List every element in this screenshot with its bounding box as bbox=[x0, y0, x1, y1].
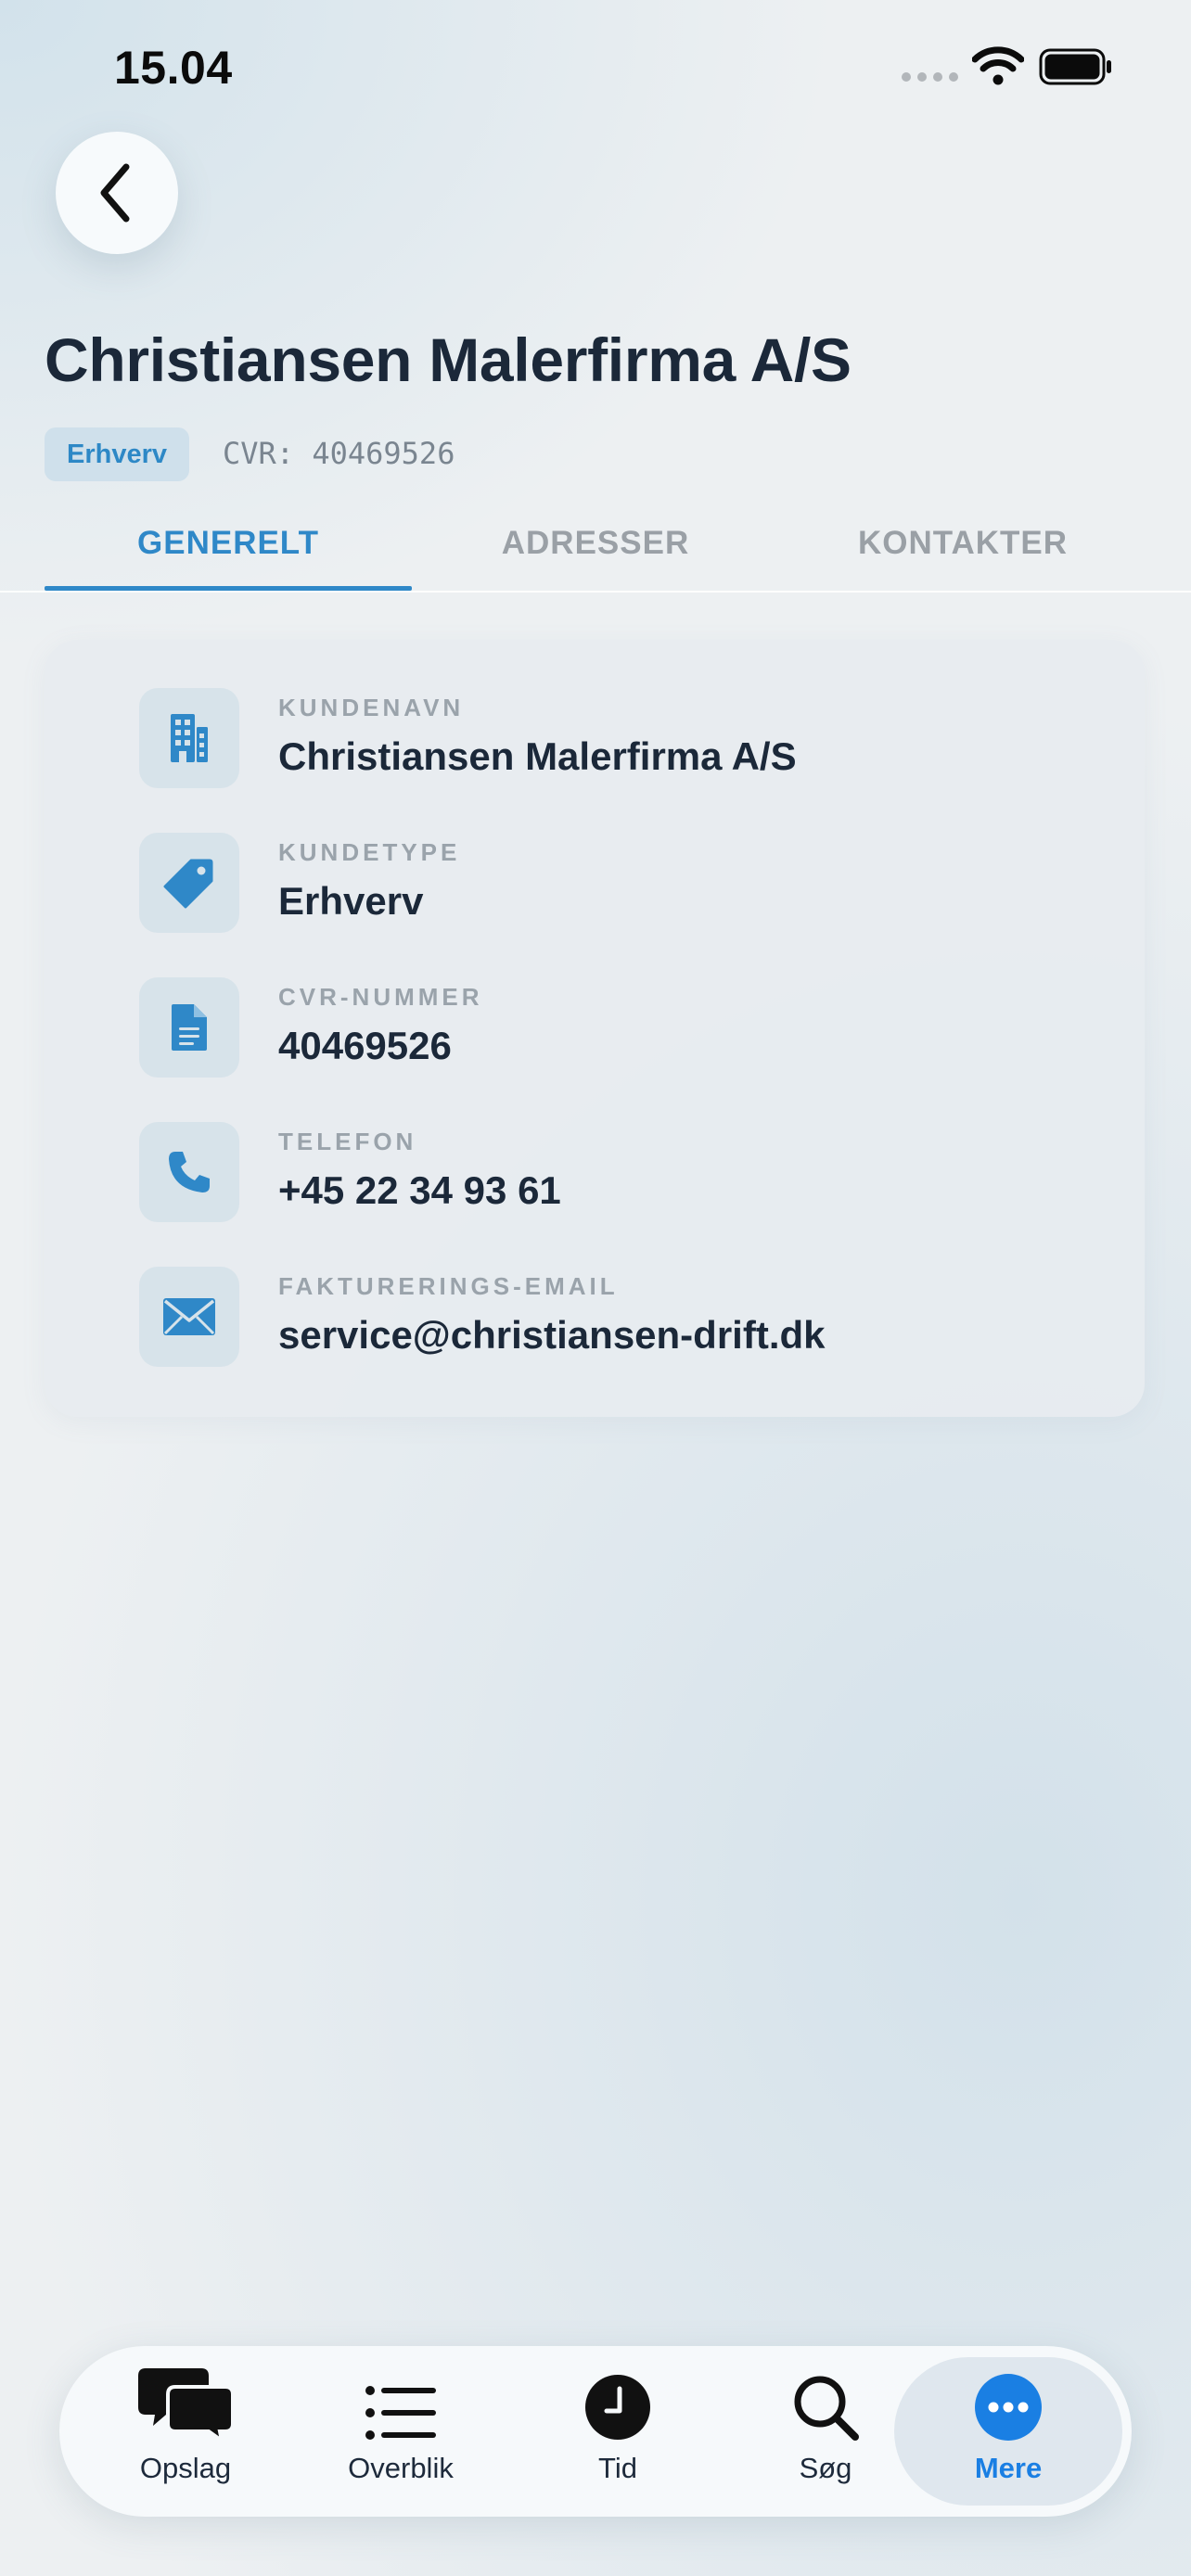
customer-info-card: KUNDENAVN Christiansen Malerfirma A/S KU… bbox=[45, 640, 1145, 1417]
chevron-left-icon bbox=[100, 163, 130, 223]
cvr-text: CVR: 40469526 bbox=[223, 436, 455, 471]
customer-type-badge: Erhverv bbox=[45, 427, 190, 481]
info-row-email: FAKTURERINGS-EMAIL service@christiansen-… bbox=[139, 1267, 1159, 1369]
info-value: service@christiansen-drift.dk bbox=[278, 1313, 826, 1357]
info-value: Erhverv bbox=[278, 879, 424, 923]
clock-icon bbox=[584, 2348, 651, 2441]
search-icon bbox=[792, 2348, 859, 2441]
page-title: Christiansen Malerfirma A/S bbox=[45, 325, 852, 394]
battery-icon bbox=[1039, 48, 1113, 90]
more-icon bbox=[975, 2348, 1042, 2441]
tag-icon bbox=[139, 833, 239, 933]
chat-bubbles-icon bbox=[138, 2348, 233, 2441]
info-row-kundenavn: KUNDENAVN Christiansen Malerfirma A/S bbox=[139, 688, 1159, 790]
tabbar-item-opslag[interactable]: Opslag bbox=[106, 2346, 265, 2517]
tabbar-label: Tid bbox=[598, 2452, 637, 2484]
wifi-icon bbox=[971, 46, 1025, 90]
tab-adresser[interactable]: ADRESSER bbox=[412, 525, 779, 590]
phone-icon bbox=[139, 1122, 239, 1222]
bottom-tab-bar: Opslag Overblik Tid Søg Mere bbox=[59, 2346, 1132, 2517]
info-row-cvr: CVR-NUMMER 40469526 bbox=[139, 977, 1159, 1079]
info-label: KUNDENAVN bbox=[278, 694, 465, 721]
info-value: Christiansen Malerfirma A/S bbox=[278, 734, 797, 778]
info-value: +45 22 34 93 61 bbox=[278, 1168, 561, 1212]
tabbar-item-mere[interactable]: Mere bbox=[928, 2346, 1088, 2517]
tabbar-label: Mere bbox=[974, 2452, 1043, 2484]
info-row-telefon: TELEFON +45 22 34 93 61 bbox=[139, 1122, 1159, 1224]
tab-kontakter[interactable]: KONTAKTER bbox=[779, 525, 1146, 590]
tab-generelt[interactable]: GENERELT bbox=[45, 525, 412, 590]
tab-divider bbox=[0, 591, 1191, 593]
active-tab-indicator bbox=[45, 586, 412, 591]
cellular-signal-icon bbox=[902, 72, 958, 82]
tabbar-item-soeg[interactable]: Søg bbox=[746, 2346, 905, 2517]
building-icon bbox=[139, 688, 239, 788]
mail-icon bbox=[139, 1267, 239, 1367]
tabbar-label: Søg bbox=[799, 2452, 852, 2484]
tabbar-item-overblik[interactable]: Overblik bbox=[315, 2346, 486, 2517]
info-label: FAKTURERINGS-EMAIL bbox=[278, 1272, 619, 1300]
document-icon bbox=[139, 977, 239, 1078]
info-label: CVR-NUMMER bbox=[278, 983, 483, 1011]
tabbar-label: Opslag bbox=[139, 2452, 232, 2484]
info-value: 40469526 bbox=[278, 1024, 452, 1067]
tabbar-item-tid[interactable]: Tid bbox=[538, 2346, 698, 2517]
list-icon bbox=[365, 2348, 436, 2441]
info-label: TELEFON bbox=[278, 1128, 417, 1155]
back-button[interactable] bbox=[56, 132, 178, 254]
status-time: 15.04 bbox=[114, 42, 233, 94]
info-label: KUNDETYPE bbox=[278, 838, 461, 866]
info-row-kundetype: KUNDETYPE Erhverv bbox=[139, 833, 1159, 935]
tabbar-label: Overblik bbox=[348, 2452, 454, 2484]
